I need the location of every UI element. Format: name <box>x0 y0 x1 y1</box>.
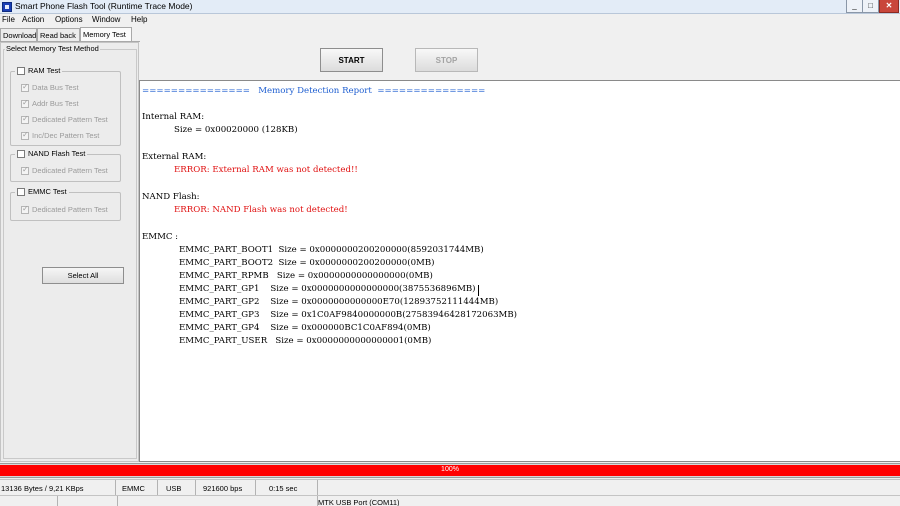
emmc-partition-line: EMMC_PART_GP4 Size = 0x000000BC1C0AF894(… <box>179 323 431 333</box>
ram-test-group: RAM Test Data Bus Test Addr Bus Test Ded… <box>10 66 121 146</box>
checkbox-icon[interactable] <box>17 187 25 196</box>
checkbox-icon <box>21 165 29 175</box>
menu-window[interactable]: Window <box>92 15 120 24</box>
status-storage-type: EMMC <box>116 480 158 496</box>
ram-test-label: RAM Test <box>28 66 61 75</box>
emmc-partition-line: EMMC_PART_RPMB Size = 0x0000000000000000… <box>179 271 433 281</box>
status-empty <box>318 480 900 496</box>
nand-flash-test-label: NAND Flash Test <box>28 149 86 158</box>
menu-options[interactable]: Options <box>55 15 83 24</box>
status-com-port: MTK USB Port (COM11) <box>318 498 400 506</box>
menu-action[interactable]: Action <box>22 15 44 24</box>
option-label: Data Bus Test <box>32 83 79 92</box>
tab-strip: Download Read back Memory Test <box>0 27 140 41</box>
nand-flash-error: ERROR: NAND Flash was not detected! <box>174 205 348 215</box>
checkbox-icon <box>21 204 29 214</box>
external-ram-error: ERROR: External RAM was not detected!! <box>174 165 358 175</box>
emmc-partition-line: EMMC_PART_GP3 Size = 0x1C0AF9840000000B(… <box>179 310 518 320</box>
select-all-button[interactable]: Select All <box>42 267 124 284</box>
text-caret <box>478 285 479 296</box>
status-bar: 13136 Bytes / 9,21 KBps EMMC USB 921600 … <box>0 479 900 496</box>
checkbox-icon[interactable] <box>17 66 25 75</box>
option-label: Inc/Dec Pattern Test <box>32 131 100 140</box>
nand-flash-label: NAND Flash: <box>142 192 200 202</box>
title-bar: Smart Phone Flash Tool (Runtime Trace Mo… <box>0 0 900 14</box>
emmc-label: EMMC : <box>142 232 179 242</box>
close-button[interactable]: ✕ <box>879 0 899 13</box>
report-header: =============== Memory Detection Report … <box>142 86 486 96</box>
external-ram-label: External RAM: <box>142 152 207 162</box>
stop-button[interactable]: STOP <box>415 48 478 72</box>
tab-read-back[interactable]: Read back <box>37 28 80 41</box>
window-title: Smart Phone Flash Tool (Runtime Trace Mo… <box>15 1 193 11</box>
emmc-partition-line: EMMC_PART_BOOT2 Size = 0x000000020020000… <box>179 258 435 268</box>
maximize-button[interactable]: □ <box>862 0 879 13</box>
nand-dedicated-pattern-option: Dedicated Pattern Test <box>21 165 108 175</box>
ram-test-checkbox[interactable]: RAM Test <box>15 66 63 75</box>
status-cell <box>58 496 118 506</box>
checkbox-icon <box>21 130 29 140</box>
emmc-partition-line: EMMC_PART_USER Size = 0x0000000000000001… <box>179 336 432 346</box>
app-icon <box>2 2 12 12</box>
dedicated-pattern-test-option: Dedicated Pattern Test <box>21 114 108 124</box>
menu-bar: File Action Options Window Help <box>0 14 900 26</box>
menu-file[interactable]: File <box>2 15 15 24</box>
inc-dec-pattern-test-option: Inc/Dec Pattern Test <box>21 130 100 140</box>
addr-bus-test-option: Addr Bus Test <box>21 98 79 108</box>
nand-flash-test-group: NAND Flash Test Dedicated Pattern Test <box>10 149 121 182</box>
status-transfer-speed: 13136 Bytes / 9,21 KBps <box>0 480 116 496</box>
emmc-test-label: EMMC Test <box>28 187 67 196</box>
status-bar-secondary: MTK USB Port (COM11) <box>0 495 900 506</box>
status-cell <box>0 496 58 506</box>
internal-ram-size: Size = 0x00020000 (128KB) <box>174 125 298 135</box>
emmc-partition-line: EMMC_PART_GP2 Size = 0x0000000000000E70(… <box>179 297 499 307</box>
memory-test-method-panel: Select Memory Test Method RAM Test Data … <box>0 42 139 462</box>
progress-label: 100% <box>441 466 459 473</box>
status-elapsed-time: 0:15 sec <box>256 480 318 496</box>
emmc-partition-line: EMMC_PART_BOOT1 Size = 0x000000020020000… <box>179 245 484 255</box>
menu-help[interactable]: Help <box>131 15 147 24</box>
status-baud-rate: 921600 bps <box>196 480 256 496</box>
status-cell <box>118 496 318 506</box>
option-label: Dedicated Pattern Test <box>32 166 108 175</box>
emmc-test-group: EMMC Test Dedicated Pattern Test <box>10 187 121 221</box>
memory-report-textbox[interactable]: =============== Memory Detection Report … <box>139 80 900 462</box>
internal-ram-label: Internal RAM: <box>142 112 205 122</box>
tab-memory-test[interactable]: Memory Test <box>80 27 132 41</box>
checkbox-icon <box>21 98 29 108</box>
progress-bar: 100% <box>0 463 900 478</box>
checkbox-icon <box>21 114 29 124</box>
checkbox-icon[interactable] <box>17 149 25 158</box>
status-interface: USB <box>158 480 196 496</box>
emmc-dedicated-pattern-option: Dedicated Pattern Test <box>21 204 108 214</box>
option-label: Dedicated Pattern Test <box>32 115 108 124</box>
tab-download[interactable]: Download <box>0 28 37 41</box>
start-button[interactable]: START <box>320 48 383 72</box>
checkbox-icon <box>21 82 29 92</box>
emmc-partition-line: EMMC_PART_GP1 Size = 0x0000000000000000(… <box>179 284 476 294</box>
minimize-button[interactable]: _ <box>846 0 863 13</box>
toolbar: START STOP <box>139 42 900 80</box>
emmc-test-checkbox[interactable]: EMMC Test <box>15 187 69 196</box>
option-label: Dedicated Pattern Test <box>32 205 108 214</box>
option-label: Addr Bus Test <box>32 99 79 108</box>
panel-caption: Select Memory Test Method <box>5 44 100 53</box>
data-bus-test-option: Data Bus Test <box>21 82 79 92</box>
nand-flash-test-checkbox[interactable]: NAND Flash Test <box>15 149 88 158</box>
